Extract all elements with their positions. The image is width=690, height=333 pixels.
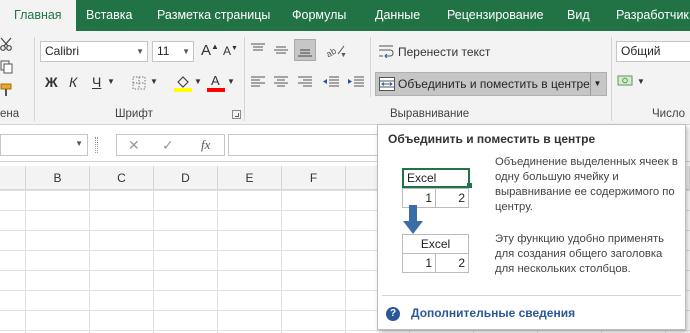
tab-view[interactable]: Вид xyxy=(567,0,590,31)
group-separator xyxy=(244,37,245,121)
grow-font-glyph: A xyxy=(201,42,212,59)
increase-indent-icon[interactable] xyxy=(347,76,365,93)
help-icon[interactable]: ? xyxy=(386,307,400,321)
tab-home[interactable]: Главная xyxy=(0,0,76,31)
tooltip-title: Объединить и поместить в центре xyxy=(388,132,596,146)
name-box[interactable]: ▼ xyxy=(0,134,88,156)
decrease-indent-icon[interactable] xyxy=(322,76,340,93)
font-name-combo[interactable]: Calibri ▼ xyxy=(40,41,148,62)
underline-button[interactable]: Ч xyxy=(92,74,101,90)
merge-center-button[interactable]: Объединить и поместить в центре ▼ xyxy=(375,72,607,96)
column-header[interactable]: D xyxy=(154,166,218,190)
shrink-font-button[interactable]: A▼ xyxy=(223,44,238,58)
column-header[interactable]: F xyxy=(282,166,346,190)
column-header[interactable]: E xyxy=(218,166,282,190)
font-group-label: Шрифт xyxy=(115,108,153,120)
fill-color-icon[interactable] xyxy=(174,73,192,96)
scissors-icon[interactable] xyxy=(0,37,14,54)
orientation-icon[interactable]: ab ▼ xyxy=(324,42,347,61)
tooltip-description: Объединение выделенных ячеек в одну боль… xyxy=(495,156,678,213)
insert-function-button[interactable]: fx xyxy=(201,137,210,153)
svg-text:▼: ▼ xyxy=(340,52,346,58)
chevron-down-icon[interactable]: ▼ xyxy=(150,77,158,86)
number-format-value: Общий xyxy=(621,44,661,58)
merge-cells-icon xyxy=(379,77,395,94)
formula-buttons: ✕ ✓ fx xyxy=(116,134,225,156)
tab-page-layout[interactable]: Разметка страницы xyxy=(157,0,270,31)
font-size-value: 11 xyxy=(157,44,170,58)
svg-text:A: A xyxy=(211,73,220,88)
illustration-cell: 2 xyxy=(435,253,469,273)
ribbon: ена Calibri ▼ 11 ▼ A▲ A▼ Ж К Ч ▼ ▼ ▼ A ▼… xyxy=(0,31,690,125)
grow-font-button[interactable]: A▲ xyxy=(201,42,219,59)
svg-text:ab: ab xyxy=(326,46,338,58)
group-separator xyxy=(34,37,35,121)
illustration-cell: 1 xyxy=(402,253,436,273)
column-header[interactable]: B xyxy=(26,166,90,190)
chevron-down-icon[interactable]: ▼ xyxy=(75,139,83,148)
ribbon-tab-bar: Главная Вставка Разметка страницы Формул… xyxy=(0,0,690,31)
borders-icon[interactable] xyxy=(132,76,146,93)
column-header[interactable]: C xyxy=(90,166,154,190)
cancel-icon[interactable]: ✕ xyxy=(128,137,140,154)
alignment-group-label: Выравнивание xyxy=(390,108,470,120)
tooltip-divider xyxy=(382,295,681,296)
illustration-merged-cell: Excel xyxy=(402,234,469,254)
font-size-combo[interactable]: 11 ▼ xyxy=(152,41,194,62)
font-dialog-launcher[interactable] xyxy=(232,110,241,119)
font-color-icon[interactable]: A xyxy=(207,73,225,96)
align-left-icon[interactable] xyxy=(250,76,266,93)
enter-icon[interactable]: ✓ xyxy=(162,137,174,154)
chevron-down-icon[interactable]: ▼ xyxy=(637,77,645,86)
group-separator xyxy=(370,37,371,97)
illustration-selected-cell: Excel xyxy=(402,168,470,188)
wrap-text-button[interactable]: Перенести текст xyxy=(398,45,490,59)
align-middle-icon[interactable] xyxy=(273,43,289,60)
tab-data[interactable]: Данные xyxy=(375,0,420,31)
tab-insert[interactable]: Вставка xyxy=(86,0,132,31)
chevron-down-icon[interactable]: ▼ xyxy=(194,77,202,86)
bold-button[interactable]: Ж xyxy=(45,74,58,90)
tab-review[interactable]: Рецензирование xyxy=(447,0,544,31)
group-separator xyxy=(611,37,612,121)
italic-button[interactable]: К xyxy=(69,74,77,90)
copy-icon[interactable] xyxy=(0,60,14,77)
font-name-value: Calibri xyxy=(45,44,80,58)
formula-input[interactable] xyxy=(228,134,378,156)
chevron-down-icon[interactable]: ▼ xyxy=(107,77,115,86)
select-all-corner[interactable] xyxy=(0,166,26,190)
merge-center-label: Объединить и поместить в центре xyxy=(398,77,590,91)
chevron-down-icon: ▼ xyxy=(136,47,144,56)
merge-center-tooltip: Объединить и поместить в центре Excel 1 … xyxy=(377,124,686,330)
format-painter-icon[interactable] xyxy=(0,83,14,100)
number-group-label: Число xyxy=(652,108,686,120)
wrap-text-icon[interactable] xyxy=(378,44,394,61)
illustration-cell: 2 xyxy=(435,188,469,208)
align-right-icon[interactable] xyxy=(297,76,313,93)
number-format-combo[interactable]: Общий xyxy=(616,41,690,62)
tooltip-hint: Эту функцию удобно применять для создани… xyxy=(495,233,665,275)
align-bottom-icon[interactable] xyxy=(294,39,316,61)
align-center-icon[interactable] xyxy=(273,76,289,93)
clipboard-group-label: ена xyxy=(0,108,20,120)
chevron-down-icon: ▼ xyxy=(182,47,190,56)
shrink-font-glyph: A xyxy=(223,44,232,58)
chevron-down-icon[interactable]: ▼ xyxy=(227,77,235,86)
tab-formulas[interactable]: Формулы xyxy=(292,0,346,31)
align-top-icon[interactable] xyxy=(250,43,266,60)
tab-developer[interactable]: Разработчик xyxy=(616,0,689,31)
currency-format-icon[interactable] xyxy=(617,72,635,93)
resize-handle[interactable] xyxy=(95,137,98,153)
chevron-down-icon[interactable]: ▼ xyxy=(590,73,604,95)
more-info-link[interactable]: Дополнительные сведения xyxy=(411,306,575,320)
